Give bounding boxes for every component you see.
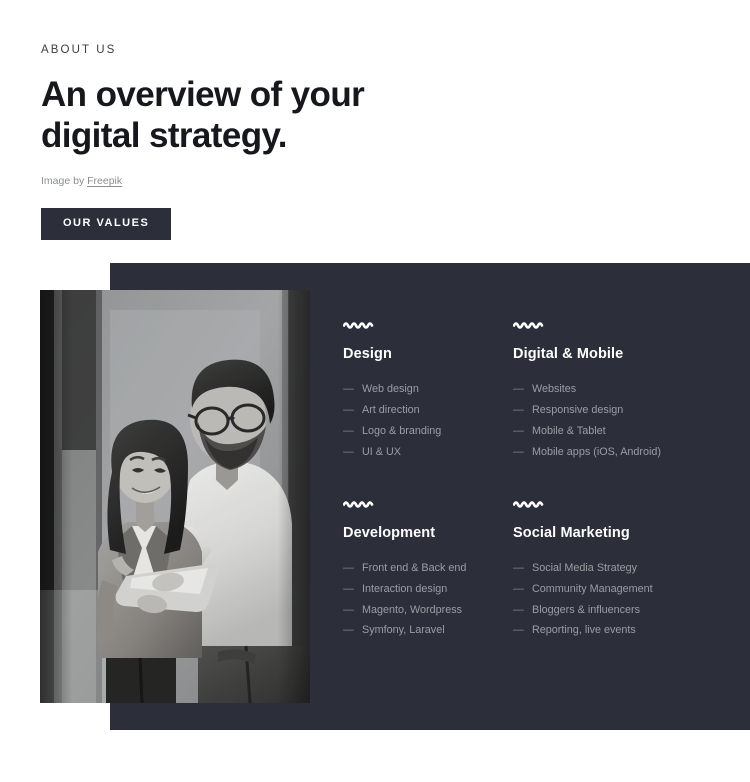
service-column-digital-mobile: Digital & Mobile Websites Responsive des… (513, 320, 683, 463)
service-title: Social Marketing (513, 524, 630, 541)
freepik-link[interactable]: Freepik (87, 175, 122, 187)
about-us-page: ABOUT US An overview of your digital str… (0, 0, 750, 782)
page-header: ABOUT US An overview of your digital str… (41, 44, 511, 240)
list-item: Responsive design (513, 400, 683, 421)
our-values-button[interactable]: OUR VALUES (41, 208, 172, 240)
service-column-development: Development Front end & Back end Interac… (343, 499, 513, 642)
list-item: Web design (343, 379, 513, 400)
list-item: Interaction design (343, 579, 513, 600)
list-item: Magento, Wordpress (343, 600, 513, 621)
service-list: Web design Art direction Logo & branding… (343, 379, 513, 462)
wavy-divider-icon (343, 322, 374, 329)
page-title: An overview of your digital strategy. (41, 74, 511, 156)
image-credit-prefix: Image by (41, 174, 88, 187)
list-item: Community Management (513, 579, 683, 600)
list-item: Mobile apps (iOS, Android) (513, 442, 683, 463)
page-title-line-1: An overview of your (41, 74, 365, 114)
list-item: Mobile & Tablet (513, 421, 683, 442)
image-credit: Image by Freepik (41, 175, 511, 189)
wavy-divider-icon (343, 500, 374, 508)
wavy-divider-icon (513, 500, 544, 508)
list-item: Reporting, live events (513, 620, 683, 641)
wavy-divider-icon (513, 322, 544, 329)
service-list: Websites Responsive design Mobile & Tabl… (513, 379, 683, 462)
service-column-social-marketing: Social Marketing Social Media Strategy C… (513, 499, 683, 642)
list-item: Art direction (343, 400, 513, 421)
list-item: Websites (513, 379, 683, 400)
page-title-line-2: digital strategy. (41, 115, 287, 155)
services-grid: Design Web design Art direction Logo & b… (343, 320, 713, 641)
service-column-design: Design Web design Art direction Logo & b… (343, 320, 513, 463)
list-item: Social Media Strategy (513, 558, 683, 579)
list-item: UI & UX (343, 442, 513, 463)
list-item: Symfony, Laravel (343, 620, 513, 641)
service-title: Development (343, 524, 436, 541)
list-item: Bloggers & influencers (513, 600, 683, 621)
section-eyebrow: ABOUT US (41, 44, 117, 56)
team-photo (40, 290, 310, 703)
service-title: Design (343, 346, 392, 362)
service-title: Digital & Mobile (513, 346, 624, 362)
team-photo-image (40, 290, 310, 703)
list-item: Logo & branding (343, 421, 513, 442)
list-item: Front end & Back end (343, 558, 513, 579)
service-list: Front end & Back end Interaction design … (343, 558, 513, 641)
service-list: Social Media Strategy Community Manageme… (513, 558, 683, 641)
